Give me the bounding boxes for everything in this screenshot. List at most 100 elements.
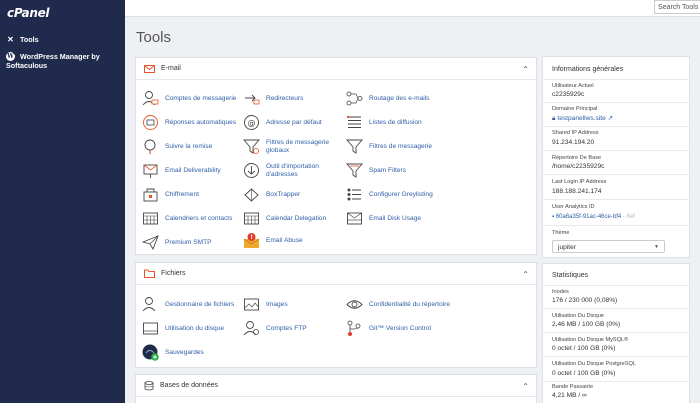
tool-adresse-defaut[interactable]: @ Adresse par défaut xyxy=(243,114,322,131)
boxtrapper-icon xyxy=(244,188,259,202)
forwarder-icon xyxy=(245,94,260,105)
divider xyxy=(543,332,689,333)
theme-select[interactable]: jupiter ▼ xyxy=(552,240,665,253)
routing-icon xyxy=(346,91,363,106)
eye-icon xyxy=(346,300,363,309)
svg-text:!: ! xyxy=(250,234,253,241)
tool-outil-importation[interactable]: Outil d'importation d'adresses xyxy=(243,162,331,179)
divider xyxy=(543,150,689,151)
spam-filter-icon xyxy=(346,163,363,178)
tool-spam-filters[interactable]: Spam Filters xyxy=(346,162,406,179)
backup-icon xyxy=(142,344,159,361)
paper-plane-icon xyxy=(142,235,159,251)
greylisting-icon xyxy=(347,188,361,201)
tool-suivre-remise[interactable]: Suivre la remise xyxy=(142,138,212,155)
current-user-label: Utilisateur Actuel xyxy=(552,83,594,89)
tool-utilisation-disque[interactable]: Utilisation du disque xyxy=(142,320,224,337)
inodes-label: Inodes xyxy=(552,289,569,295)
tool-redirecteurs[interactable]: Redirecteurs xyxy=(243,90,303,107)
current-user-value: c2235929c xyxy=(552,91,585,98)
tool-reponses-automatiques[interactable]: Réponses automatiques xyxy=(142,114,236,131)
collapse-chevron-icon[interactable]: ⌃ xyxy=(522,65,529,74)
divider xyxy=(543,199,689,200)
external-link-icon: ↗ xyxy=(607,115,614,122)
tool-images[interactable]: Images xyxy=(243,296,288,313)
email-panel-header[interactable]: E-mail xyxy=(136,58,536,80)
tools-icon: ✕ xyxy=(7,35,14,44)
sidebar-item-tools[interactable]: ✕ Tools xyxy=(6,35,39,44)
tool-routage-emails[interactable]: Routage des e-mails xyxy=(346,90,429,107)
sidebar-item-wordpress-manager[interactable]: W WordPress Manager by Softaculous xyxy=(6,52,121,70)
collapse-chevron-icon[interactable]: ⌃ xyxy=(522,270,529,279)
analytics-label: User Analytics ID xyxy=(552,204,595,210)
at-sign-icon: @ xyxy=(244,115,259,130)
divider xyxy=(543,126,689,127)
shared-ip-value: 91.234.194.20 xyxy=(552,139,595,146)
inodes-value: 176 / 230 000 (0,08%) xyxy=(552,297,618,304)
divider xyxy=(543,381,689,382)
file-manager-icon xyxy=(142,297,156,312)
images-icon xyxy=(244,298,259,311)
last-login-value: 188.188.241.174 xyxy=(552,188,602,195)
copy-icon[interactable]: ▪ xyxy=(552,214,554,220)
tool-comptes-messagerie[interactable]: Comptes de messagerie xyxy=(142,90,236,107)
collapse-chevron-icon[interactable]: ⌃ xyxy=(522,382,529,391)
tool-greylisting[interactable]: Configurer Greylisting xyxy=(346,186,433,203)
tool-filtres-messagerie[interactable]: Filtres de messagerie xyxy=(346,138,432,155)
mysql-usage-label: Utilisation Du Disque MySQL® xyxy=(552,337,629,343)
files-panel-header[interactable]: Fichiers xyxy=(136,263,536,285)
cpanel-logo[interactable]: cPanel xyxy=(7,6,50,20)
tool-calendar-delegation[interactable]: Calendar Delegation xyxy=(243,210,326,227)
database-icon xyxy=(144,380,154,390)
tool-git-version-control[interactable]: Git™ Version Control xyxy=(346,320,431,337)
primary-domain-link[interactable]: 🔒︎ testpanellws.site ↗ xyxy=(552,114,613,123)
deliverability-icon xyxy=(143,164,158,178)
user-mail-icon xyxy=(142,91,159,106)
lock-icon: 🔒︎ xyxy=(552,115,556,122)
divider xyxy=(543,285,689,286)
pg-usage-label: Utilisation Du Disque PostgreSQL xyxy=(552,361,636,367)
disk-icon xyxy=(143,322,158,335)
search-input[interactable]: Search Tools ( xyxy=(654,0,700,14)
tool-boxtrapper[interactable]: BoxTrapper xyxy=(243,186,300,203)
tool-gestionnaire-fichiers[interactable]: Gestionnaire de fichiers xyxy=(142,296,234,313)
svg-text:@: @ xyxy=(248,119,256,128)
divider xyxy=(543,225,689,226)
email-panel: E-mail ⌃ Comptes de messagerie Réponses … xyxy=(135,57,537,255)
tool-email-disk-usage[interactable]: Email Disk Usage xyxy=(346,210,421,227)
pg-usage-value: 0 octet / 100 GB (0%) xyxy=(552,370,616,377)
tool-listes-diffusion[interactable]: Listes de diffusion xyxy=(346,114,422,131)
general-info-panel: Informations générales Utilisateur Actue… xyxy=(542,56,690,258)
tool-confidentialite-repertoire[interactable]: Confidentialité du répertoire xyxy=(346,296,450,313)
track-delivery-icon xyxy=(144,139,156,154)
disk-usage-icon xyxy=(347,212,362,225)
tool-calendriers-contacts[interactable]: Calendriers et contacts xyxy=(142,210,232,227)
databases-panel: Bases de données ⌃ xyxy=(135,374,537,403)
tool-email-deliverability[interactable]: Email Deliverability xyxy=(142,162,221,179)
tool-sauvegardes[interactable]: Sauvegardes xyxy=(142,344,204,361)
stats-title: Statistiques xyxy=(552,272,589,279)
autoresponder-icon xyxy=(143,115,158,130)
last-login-label: Last Login IP Address xyxy=(552,179,607,185)
encryption-icon xyxy=(143,188,158,202)
tool-premium-smtp[interactable]: Premium SMTP xyxy=(142,234,212,251)
disk-usage-value: 2,46 MB / 100 GB (0%) xyxy=(552,321,621,328)
stats-panel: Statistiques Inodes 176 / 230 000 (0,08%… xyxy=(542,263,690,403)
tool-filtres-globaux[interactable]: Filtres de messagerie globaux xyxy=(243,138,336,155)
tool-chiffrement[interactable]: Chiffrement xyxy=(142,186,199,203)
divider xyxy=(543,356,689,357)
files-panel: Fichiers ⌃ Gestionnaire de fichiers Util… xyxy=(135,262,537,368)
databases-panel-header[interactable]: Bases de données xyxy=(136,375,536,397)
dropdown-arrow-icon: ▼ xyxy=(654,244,659,250)
home-dir-value: /home/c2235929c xyxy=(552,163,605,170)
tool-comptes-ftp[interactable]: Comptes FTP xyxy=(243,320,307,337)
calendar-icon xyxy=(143,212,158,225)
tool-email-abuse[interactable]: ! Email Abuse xyxy=(243,232,303,249)
divider xyxy=(543,102,689,103)
import-icon xyxy=(244,163,259,178)
general-info-title: Informations générales xyxy=(552,66,624,73)
disk-usage-label: Utilisation Du Disque xyxy=(552,313,604,319)
divider xyxy=(543,174,689,175)
filter-icon xyxy=(346,139,363,154)
sidebar: cPanel ✕ Tools W WordPress Manager by So… xyxy=(0,0,125,403)
